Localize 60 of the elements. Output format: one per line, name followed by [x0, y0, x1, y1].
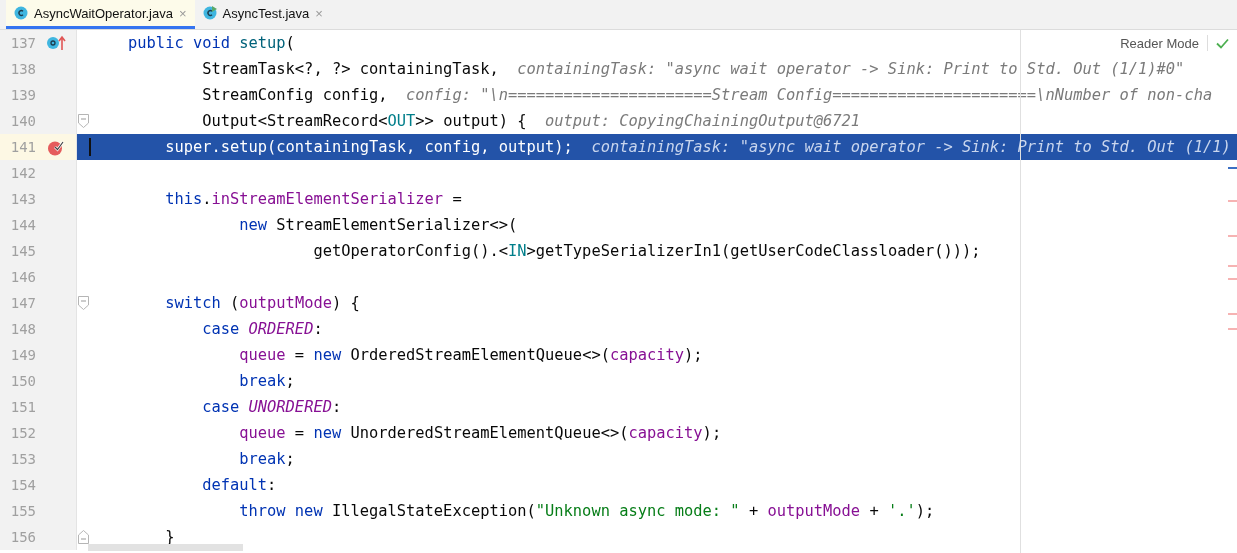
- code-line: StreamTask<?, ?> containingTask,: [201, 60, 499, 78]
- test-class-icon: [202, 6, 217, 20]
- stripe-mark[interactable]: [1228, 265, 1237, 267]
- line-number: 146: [9, 269, 36, 285]
- line-number: 139: [9, 87, 36, 103]
- stripe-mark[interactable]: [1228, 328, 1237, 330]
- code-line: super.setup(containingTask, config, output);: [164, 138, 573, 156]
- code-line: throw new IllegalStateException("Unknown async mode: " + outputMode + '.');: [238, 502, 935, 520]
- line-number: 152: [9, 425, 36, 441]
- code-line: queue = new UnorderedStreamElementQueue<>(capacity);: [238, 424, 722, 442]
- override-method-icon[interactable]: [46, 35, 66, 51]
- line-number: 147: [9, 295, 36, 311]
- code-line: default:: [201, 476, 277, 494]
- editor-tab[interactable]: AsyncWaitOperator.java ×: [6, 0, 195, 29]
- code-line: getOperatorConfig().<IN>getTypeSerializerIn1(getUserCodeClassloader()));: [312, 242, 981, 260]
- code-line: switch (outputMode) {: [164, 294, 360, 312]
- tab-label: AsyncTest.java: [222, 5, 310, 21]
- stripe-mark[interactable]: [1228, 235, 1237, 237]
- class-icon: [14, 6, 28, 20]
- code-line: public void setup(: [127, 34, 295, 52]
- inline-value-hint: config: "\n======================Stream Config======================\nNumber of non-cha: [406, 86, 1213, 104]
- code-line: case ORDERED:: [201, 320, 323, 338]
- line-number: 144: [9, 217, 36, 233]
- stripe-mark[interactable]: [1228, 167, 1237, 169]
- line-number: 143: [9, 191, 36, 207]
- line-number: 155: [9, 503, 36, 519]
- line-number: 154: [9, 477, 36, 493]
- line-number: 140: [9, 113, 36, 129]
- line-number: 151: [9, 399, 36, 415]
- code-line: StreamConfig config,: [201, 86, 388, 104]
- line-number: 145: [9, 243, 36, 259]
- text-caret: [89, 138, 91, 156]
- line-number: 149: [9, 347, 36, 363]
- stripe-mark[interactable]: [1228, 200, 1237, 202]
- reader-mode-link[interactable]: Reader Mode: [1120, 35, 1199, 51]
- stripe-mark[interactable]: [1228, 278, 1237, 280]
- code-line: Output<StreamRecord<OUT>> output) {: [201, 112, 527, 130]
- inline-value-hint: output: CopyingChainingOutput@6721: [545, 112, 861, 130]
- code-line: case UNORDERED:: [201, 398, 342, 416]
- line-number: 138: [9, 61, 36, 77]
- inline-value-hint: containingTask: "async wait operator -> Sink: Print to Std. Out (1/1)#0": [517, 60, 1185, 78]
- line-number: 137: [9, 35, 36, 51]
- line-number: 150: [9, 373, 36, 389]
- line-number: 148: [9, 321, 36, 337]
- tab-label: AsyncWaitOperator.java: [34, 5, 173, 21]
- code-line: new StreamElementSerializer<>(: [238, 216, 518, 234]
- fold-icon[interactable]: [77, 530, 89, 544]
- code-line: break;: [238, 372, 295, 390]
- code-line: queue = new OrderedStreamElementQueue<>(capacity);: [238, 346, 703, 364]
- stripe-mark[interactable]: [1228, 313, 1237, 315]
- line-number: 153: [9, 451, 36, 467]
- check-icon: [1216, 37, 1229, 49]
- scrollbar-thumb[interactable]: [88, 544, 243, 551]
- line-number: 156: [9, 529, 36, 545]
- line-number: 142: [9, 165, 36, 181]
- editor-tab[interactable]: AsyncTest.java ×: [194, 0, 331, 29]
- fold-icon[interactable]: [77, 296, 89, 310]
- code-line: break;: [238, 450, 295, 468]
- code-line: this.inStreamElementSerializer =: [164, 190, 462, 208]
- fold-icon[interactable]: [77, 114, 89, 128]
